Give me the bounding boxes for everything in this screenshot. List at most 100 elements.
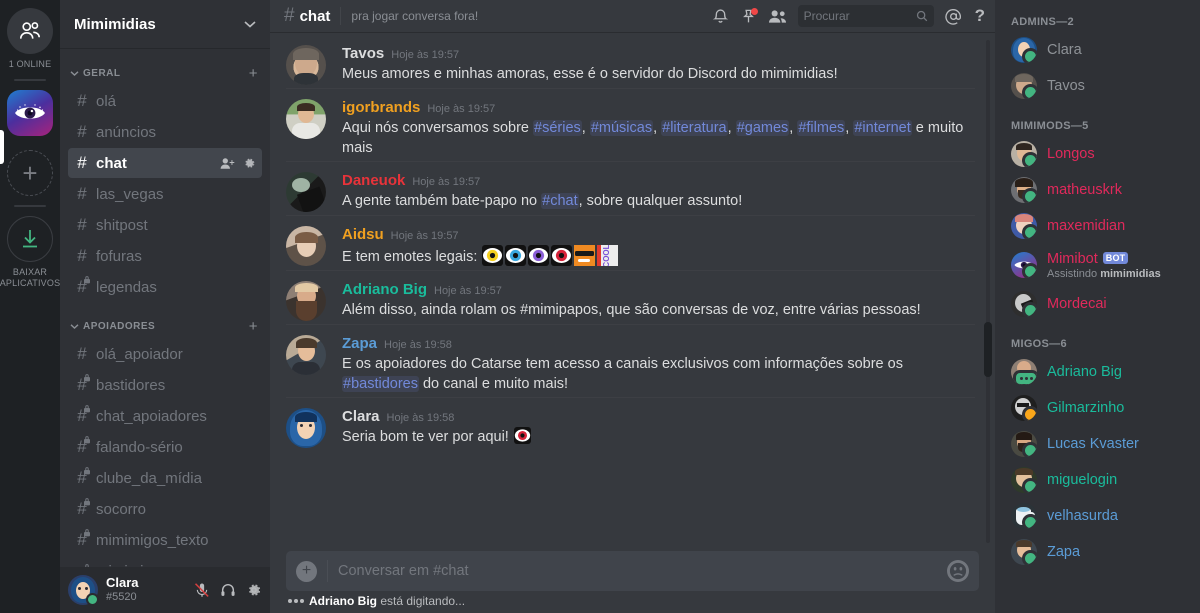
- add-attachment-icon[interactable]: +: [296, 560, 317, 582]
- message-author[interactable]: igorbrands: [342, 99, 420, 116]
- channel-ola-apoiador[interactable]: # olá_apoiador: [68, 339, 262, 369]
- member-tavos[interactable]: Tavos: [995, 68, 1200, 104]
- channel-fofuras[interactable]: # fofuras: [68, 241, 262, 271]
- discord-app: 1 ONLINE + BAIXAR APLICATIVOS Mimimidias…: [0, 0, 1200, 613]
- channel-label: legendas: [96, 278, 157, 296]
- channel-mention[interactable]: #músicas: [589, 120, 654, 136]
- channel-shitpost[interactable]: # shitpost: [68, 210, 262, 240]
- server-icon-mimimidias[interactable]: [7, 90, 53, 136]
- channel-mention[interactable]: #bastidores: [342, 376, 419, 392]
- member-matheuskrk[interactable]: matheuskrk: [995, 172, 1200, 208]
- avatar[interactable]: [68, 575, 99, 606]
- add-server-button[interactable]: +: [7, 150, 53, 196]
- member-miguelogin[interactable]: miguelogin: [995, 462, 1200, 498]
- status-badge: [1022, 302, 1037, 317]
- channel-mimimigos-texto[interactable]: # mimimigos_texto: [68, 525, 262, 555]
- channel-mention[interactable]: #internet: [853, 120, 912, 136]
- channel-socorro[interactable]: # socorro: [68, 494, 262, 524]
- message-scrollbar[interactable]: [984, 32, 992, 551]
- channel-settings-gear-icon[interactable]: [243, 157, 256, 170]
- message-author[interactable]: Aidsu: [342, 226, 384, 243]
- channel-mention[interactable]: #séries: [533, 120, 582, 136]
- bell-icon[interactable]: [712, 8, 729, 25]
- mic-muted-icon[interactable]: [194, 582, 210, 598]
- channel-legendas[interactable]: # legendas: [68, 272, 262, 302]
- avatar: [1011, 213, 1037, 239]
- avatar[interactable]: [286, 172, 326, 212]
- channel-header: # chat pra jogar conversa fora! Procurar: [270, 0, 995, 32]
- channel-chat-apoiadores[interactable]: # chat_apoiadores: [68, 401, 262, 431]
- gear-icon[interactable]: [246, 582, 262, 598]
- pin-icon[interactable]: [740, 7, 758, 25]
- channel-mention[interactable]: #chat: [541, 193, 579, 209]
- invite-people-icon[interactable]: [220, 157, 235, 170]
- member-gilmarzinho[interactable]: Gilmarzinho: [995, 390, 1200, 426]
- member-longos[interactable]: Longos: [995, 136, 1200, 172]
- status-badge: [1022, 406, 1037, 421]
- member-maxemidian[interactable]: maxemidian: [995, 208, 1200, 244]
- channel-mention[interactable]: #games: [735, 120, 790, 136]
- member-clara[interactable]: Clara: [995, 32, 1200, 68]
- status-badge: [1022, 84, 1037, 99]
- message-author[interactable]: Tavos: [342, 45, 384, 62]
- channel-clube-da-midia[interactable]: # clube_da_mídia: [68, 463, 262, 493]
- member-name: maxemidian: [1047, 218, 1126, 234]
- avatar[interactable]: [286, 226, 326, 266]
- member-zapa[interactable]: Zapa: [995, 534, 1200, 570]
- members-icon[interactable]: [768, 9, 787, 24]
- create-channel-button[interactable]: +: [249, 319, 258, 334]
- channel-anuncios[interactable]: # anúncios: [68, 117, 262, 147]
- member-lucas-kvaster[interactable]: Lucas Kvaster: [995, 426, 1200, 462]
- scrollbar-thumb[interactable]: [984, 322, 992, 377]
- create-channel-button[interactable]: +: [249, 66, 258, 81]
- active-server-indicator: [0, 130, 4, 164]
- avatar[interactable]: [286, 99, 326, 139]
- category-geral[interactable]: GERAL +: [60, 56, 270, 85]
- message-author[interactable]: Adriano Big: [342, 281, 427, 298]
- channel-mention[interactable]: #filmes: [797, 120, 846, 136]
- category-apoiadores[interactable]: APOIADORES +: [60, 303, 270, 338]
- help-icon[interactable]: ?: [973, 6, 987, 26]
- channel-label: falando-sério: [96, 438, 183, 456]
- member-adriano-big[interactable]: Adriano Big: [995, 354, 1200, 390]
- member-name: matheuskrk: [1047, 182, 1122, 198]
- avatar[interactable]: [286, 335, 326, 375]
- message-author[interactable]: Clara: [342, 408, 380, 425]
- emoji-picker-icon[interactable]: [947, 560, 969, 582]
- avatar[interactable]: [286, 408, 326, 448]
- message-author[interactable]: Daneuok: [342, 172, 405, 189]
- hash-icon: #: [77, 344, 87, 363]
- channel-chat[interactable]: # chat: [68, 148, 262, 178]
- message-author[interactable]: Zapa: [342, 335, 377, 352]
- channel-label: las_vegas: [96, 185, 164, 203]
- headphones-icon[interactable]: [220, 582, 236, 598]
- hash-icon: #: [77, 122, 87, 141]
- avatar[interactable]: [286, 281, 326, 321]
- download-apps-button[interactable]: [7, 216, 53, 262]
- category-label: GERAL: [83, 68, 121, 79]
- channel-las-vegas[interactable]: # las_vegas: [68, 179, 262, 209]
- channel-ola[interactable]: # olá: [68, 86, 262, 116]
- hash-icon: #: [77, 184, 87, 203]
- member-mordecai[interactable]: Mordecai: [995, 286, 1200, 322]
- mention-icon[interactable]: [944, 8, 962, 25]
- member-velhasurda[interactable]: velhasurda: [995, 498, 1200, 534]
- message-input[interactable]: Conversar em #chat: [338, 563, 947, 579]
- search-input[interactable]: Procurar: [797, 5, 934, 27]
- channel-falando-serio[interactable]: # falando-sério: [68, 432, 262, 462]
- hash-lock-icon: #: [74, 276, 90, 297]
- channel-mention[interactable]: #literatura: [661, 120, 728, 136]
- hash-icon: #: [284, 5, 295, 26]
- guild-header[interactable]: Mimimidias: [60, 0, 270, 48]
- avatar[interactable]: [286, 45, 326, 85]
- status-badge: [1022, 263, 1037, 278]
- status-badge: [1022, 224, 1037, 239]
- member-mimibot[interactable]: Mimibot BOT Assistindo mimimidias: [995, 244, 1200, 286]
- message-composer[interactable]: + Conversar em #chat: [286, 551, 979, 591]
- home-friends-button[interactable]: [7, 8, 53, 54]
- channel-bastidores[interactable]: # bastidores: [68, 370, 262, 400]
- message-text: E tem emotes legais: COOL: [342, 245, 975, 267]
- channel-topic: pra jogar conversa fora!: [351, 9, 479, 23]
- hash-icon: #: [77, 215, 87, 234]
- channel-mimimigos-voz[interactable]: mimimigos_voz: [68, 556, 262, 567]
